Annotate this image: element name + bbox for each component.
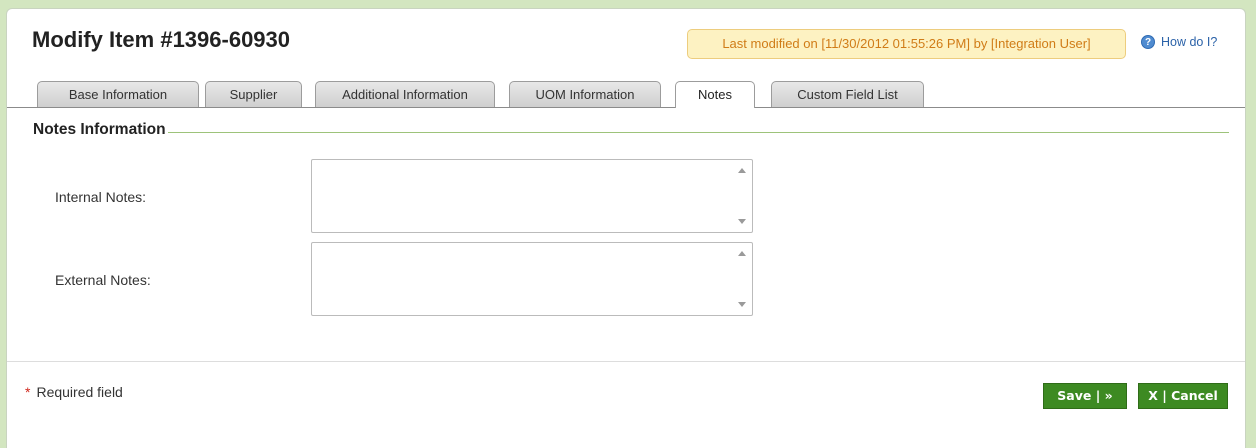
scroll-down-icon[interactable] [738,302,746,307]
page-header: Modify Item #1396-60930 Last modified on… [7,9,1245,69]
scroll-up-icon[interactable] [738,251,746,256]
tab-base-information[interactable]: Base Information [37,81,199,107]
tab-supplier[interactable]: Supplier [205,81,302,107]
help-link-label: How do I? [1161,35,1218,49]
section-divider [33,132,1229,133]
required-field-note: * Required field [25,384,123,400]
help-link[interactable]: ? How do I? [1141,35,1217,49]
external-notes-box [311,242,753,316]
external-notes-label: External Notes: [55,272,151,288]
footer-divider [7,361,1245,362]
cancel-button[interactable]: X | Cancel [1138,383,1228,409]
tabs-baseline [7,107,1245,108]
scroll-up-icon[interactable] [738,168,746,173]
internal-notes-box [311,159,753,233]
question-circle-icon: ? [1141,35,1155,49]
external-notes-field[interactable] [312,243,732,315]
tab-uom-information[interactable]: UOM Information [509,81,661,107]
required-star-icon: * [25,384,31,400]
scroll-down-icon[interactable] [738,219,746,224]
tab-additional-information[interactable]: Additional Information [315,81,495,107]
last-modified-notice: Last modified on [11/30/2012 01:55:26 PM… [687,29,1126,59]
internal-notes-label: Internal Notes: [55,189,147,205]
internal-notes-field[interactable] [312,160,732,232]
save-button[interactable]: Save | » [1043,383,1127,409]
section-title: Notes Information [33,121,168,139]
page-title: Modify Item #1396-60930 [32,27,291,52]
tab-custom-field-list[interactable]: Custom Field List [771,81,924,107]
item-panel: Modify Item #1396-60930 Last modified on… [6,8,1246,448]
external-notes-scrollbar[interactable] [732,243,752,315]
required-field-text: Required field [36,384,123,400]
tab-notes[interactable]: Notes [675,81,755,108]
internal-notes-scrollbar[interactable] [732,160,752,232]
